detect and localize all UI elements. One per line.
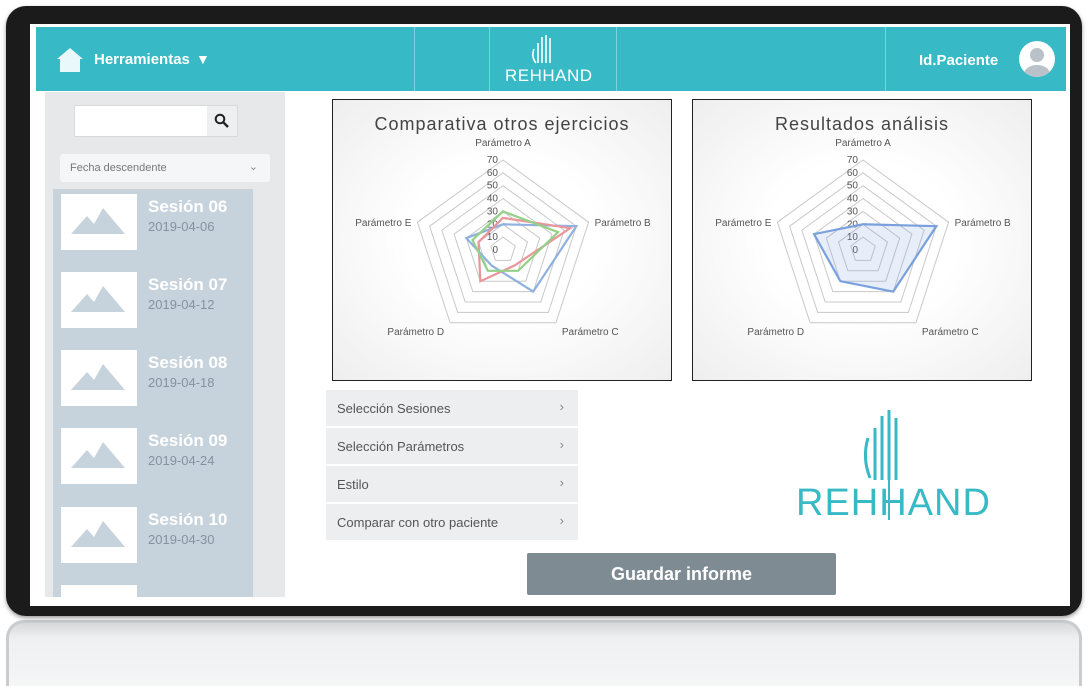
menu-item-parameter-selection[interactable]: Selección Parámetros ›	[326, 428, 578, 464]
comparison-radar-chart: Comparativa otros ejercicios 0 10 20 30 40 50…	[332, 99, 672, 381]
session-name: Sesión 08	[148, 353, 228, 372]
radar-category-label: Parámetro C	[922, 327, 979, 338]
image-placeholder-icon	[61, 507, 137, 563]
menu-item-session-selection[interactable]: Selección Sesiones ›	[326, 390, 578, 426]
session-item[interactable]: Sesión 09 2019-04-24	[53, 428, 253, 498]
session-item[interactable]	[53, 585, 253, 597]
app-screen: Herramientas ▼ REHHAND Id.Paciente Fecha…	[30, 24, 1070, 606]
session-name: Sesión 06	[148, 197, 228, 216]
radar-category-label: Parámetro B	[955, 218, 1011, 229]
radar-tick-label: 30	[847, 206, 859, 217]
header-divider	[414, 27, 415, 91]
session-name: Sesión 09	[148, 431, 228, 450]
radar-tick-label: 50	[487, 181, 499, 192]
radar-tick-label: 50	[847, 181, 859, 192]
image-placeholder-icon	[61, 350, 137, 406]
radar-category-label: Parámetro A	[475, 138, 531, 149]
header-divider	[616, 27, 617, 91]
sort-order-value: Fecha descendente	[70, 162, 167, 174]
session-date: 2019-04-12	[148, 297, 215, 312]
menu-item-label: Selección Sesiones	[337, 401, 451, 416]
search-icon	[214, 113, 229, 128]
header-logo-text: REHHAND	[505, 66, 593, 85]
image-placeholder-icon	[61, 428, 137, 484]
radar-category-label: Parámetro D	[387, 327, 444, 338]
radar-category-label: Parámetro E	[355, 218, 411, 229]
radar-category-label: Parámetro B	[595, 218, 651, 229]
radar-tick-label: 60	[487, 168, 499, 179]
radar-tick-label: 10	[487, 232, 499, 243]
session-name: Sesión 10	[148, 510, 228, 529]
radar-grid-ring	[416, 159, 590, 324]
radar-plot: 010203040506070Parámetro AParámetro BPar…	[355, 138, 651, 338]
header-divider	[885, 27, 886, 91]
session-item[interactable]: Sesión 08 2019-04-18	[53, 350, 253, 420]
session-item[interactable]: Sesión 07 2019-04-12	[53, 272, 253, 342]
search-button[interactable]	[207, 106, 237, 136]
top-bar: Herramientas ▼ REHHAND Id.Paciente	[36, 27, 1066, 91]
menu-item-style[interactable]: Estilo ›	[326, 466, 578, 502]
radar-tick-label: 70	[487, 155, 499, 166]
image-placeholder-icon	[61, 272, 137, 328]
radar-category-label: Parámetro D	[747, 327, 804, 338]
radar-tick-label: 0	[492, 245, 498, 256]
radar-plot: 010203040506070Parámetro AParámetro BPar…	[715, 138, 1011, 338]
header-divider	[489, 27, 490, 91]
session-date: 2019-04-24	[148, 453, 215, 468]
radar-category-label: Parámetro C	[562, 327, 619, 338]
radar-category-label: Parámetro A	[835, 138, 891, 149]
radar-tick-label: 30	[487, 206, 499, 217]
menu-item-label: Selección Parámetros	[337, 439, 465, 454]
brand-logo-text: REHHAND	[796, 482, 991, 524]
search-box	[74, 105, 238, 137]
session-name: Sesión 07	[148, 275, 228, 294]
session-item[interactable]: Sesión 10 2019-04-30	[53, 507, 253, 577]
session-date: 2019-04-18	[148, 375, 215, 390]
caret-down-icon[interactable]: ▼	[196, 51, 210, 67]
chevron-right-icon: ›	[559, 513, 564, 528]
patient-id-label[interactable]: Id.Paciente	[919, 52, 998, 69]
chevron-down-icon: ⌄	[248, 161, 258, 173]
radar-category-label: Parámetro E	[715, 218, 771, 229]
results-radar-chart: Resultados análisis 010203040506070Parám…	[692, 99, 1032, 381]
device-reflection	[6, 620, 1082, 686]
session-date: 2019-04-30	[148, 532, 215, 547]
tools-menu-label[interactable]: Herramientas	[94, 51, 190, 68]
home-icon[interactable]	[56, 47, 84, 73]
radar-tick-label: 70	[847, 155, 859, 166]
radar-tick-label: 40	[847, 194, 859, 205]
session-date: 2019-04-06	[148, 219, 215, 234]
image-placeholder-icon	[61, 194, 137, 250]
chevron-right-icon: ›	[559, 475, 564, 490]
radar-tick-label: 60	[847, 168, 859, 179]
chevron-right-icon: ›	[559, 399, 564, 414]
sessions-sidebar: Fecha descendente ⌄ Sesión 06 2019-04-06…	[45, 92, 285, 597]
search-input[interactable]	[75, 106, 207, 136]
save-report-button[interactable]: Guardar informe	[527, 553, 836, 595]
user-avatar-icon[interactable]	[1019, 41, 1055, 77]
sort-order-select[interactable]: Fecha descendente ⌄	[60, 154, 270, 182]
chevron-right-icon: ›	[559, 437, 564, 452]
menu-item-label: Comparar con otro paciente	[337, 515, 499, 530]
menu-item-compare-patient[interactable]: Comparar con otro paciente ›	[326, 504, 578, 540]
image-placeholder-icon	[61, 585, 137, 597]
tablet-frame: Herramientas ▼ REHHAND Id.Paciente Fecha…	[6, 6, 1082, 616]
session-list[interactable]: Sesión 06 2019-04-06 Sesión 07 2019-04-1…	[53, 189, 253, 597]
session-item[interactable]: Sesión 06 2019-04-06	[53, 194, 253, 264]
radar-tick-label: 40	[487, 194, 499, 205]
menu-item-label: Estilo	[337, 477, 369, 492]
